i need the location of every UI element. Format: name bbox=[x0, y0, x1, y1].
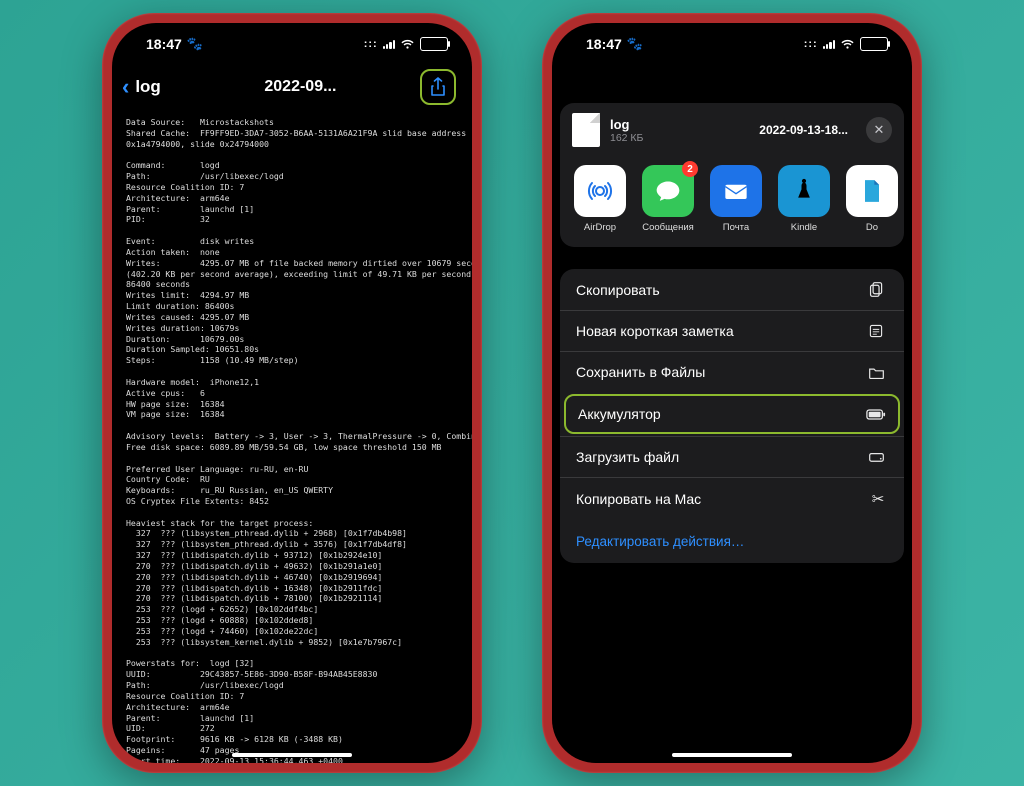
wifi-icon bbox=[840, 39, 855, 50]
messages-badge: 2 bbox=[682, 161, 698, 177]
app-label: AirDrop bbox=[584, 222, 616, 233]
clock: 18:47 bbox=[586, 36, 622, 52]
clock: 18:47 bbox=[146, 36, 182, 52]
action-copy-mac[interactable]: Копировать на Mac ✂ bbox=[560, 477, 904, 520]
home-indicator[interactable] bbox=[672, 753, 792, 757]
app-label: Kindle bbox=[791, 222, 817, 233]
close-icon: ✕ bbox=[874, 122, 885, 138]
phone-left: 18:47 🐾 ::: 51 ‹ log 2022-09... bbox=[102, 13, 482, 773]
file-date: 2022-09-13-18... bbox=[759, 123, 848, 137]
app-messages[interactable]: 2 Сообщения bbox=[642, 165, 694, 233]
copy-icon bbox=[868, 281, 888, 298]
note-icon bbox=[868, 323, 888, 339]
edit-actions-link[interactable]: Редактировать действия… bbox=[560, 520, 904, 563]
action-save-files[interactable]: Сохранить в Файлы bbox=[560, 351, 904, 392]
messages-icon: 2 bbox=[642, 165, 694, 217]
docs-icon bbox=[846, 165, 898, 217]
share-button-highlight bbox=[420, 69, 456, 105]
cellular-icon bbox=[383, 39, 395, 49]
battery-icon: 51 bbox=[420, 37, 448, 51]
app-label: Do bbox=[866, 222, 878, 233]
folder-icon bbox=[868, 365, 888, 380]
home-indicator[interactable] bbox=[232, 753, 352, 757]
app-label: Почта bbox=[723, 222, 749, 233]
share-sheet-header: log 162 КБ 2022-09-13-18... ✕ bbox=[560, 103, 904, 157]
action-copy[interactable]: Скопировать bbox=[560, 269, 904, 310]
app-docs[interactable]: Do bbox=[846, 165, 898, 233]
battery-icon: 51 bbox=[860, 37, 888, 51]
dynamic-island bbox=[237, 33, 347, 59]
wifi-icon bbox=[400, 39, 415, 50]
paw-icon: 🐾 bbox=[627, 36, 643, 52]
share-app-row[interactable]: AirDrop 2 Сообщения Почта bbox=[560, 157, 904, 247]
app-label: Сообщения bbox=[642, 222, 694, 233]
kindle-icon bbox=[778, 165, 830, 217]
app-kindle[interactable]: Kindle bbox=[778, 165, 830, 233]
nav-title: 2022-09... bbox=[161, 78, 420, 96]
app-mail[interactable]: Почта bbox=[710, 165, 762, 233]
cellular-icon bbox=[823, 39, 835, 49]
file-size: 162 КБ bbox=[610, 132, 749, 144]
action-label: Сохранить в Файлы bbox=[576, 364, 705, 380]
share-icon[interactable] bbox=[430, 77, 446, 97]
extra-status-icon: ::: bbox=[364, 38, 378, 50]
extra-status-icon: ::: bbox=[804, 38, 818, 50]
chevron-left-icon: ‹ bbox=[122, 74, 129, 100]
dynamic-island bbox=[677, 33, 787, 59]
disk-icon bbox=[868, 450, 888, 464]
action-battery-highlighted[interactable]: Аккумулятор bbox=[564, 394, 900, 434]
file-name: log bbox=[610, 117, 749, 132]
nav-bar: ‹ log 2022-09... bbox=[112, 65, 472, 113]
action-label: Загрузить файл bbox=[576, 449, 679, 465]
action-label: Аккумулятор bbox=[578, 406, 661, 422]
mail-icon bbox=[710, 165, 762, 217]
paw-icon: 🐾 bbox=[187, 36, 203, 52]
scissors-icon: ✂ bbox=[868, 490, 888, 508]
share-sheet-top: log 162 КБ 2022-09-13-18... ✕ AirDrop bbox=[560, 103, 904, 247]
action-upload[interactable]: Загрузить файл bbox=[560, 436, 904, 477]
file-icon bbox=[572, 113, 600, 147]
phone-right: 18:47 🐾 ::: 51 log 162 КБ 2022-09-13-1 bbox=[542, 13, 922, 773]
action-label: Скопировать bbox=[576, 282, 660, 298]
log-content[interactable]: Data Source: Microstackshots Shared Cach… bbox=[112, 113, 472, 763]
screen-right: 18:47 🐾 ::: 51 log 162 КБ 2022-09-13-1 bbox=[552, 23, 912, 763]
airdrop-icon bbox=[574, 165, 626, 217]
close-button[interactable]: ✕ bbox=[866, 117, 892, 143]
screen-left: 18:47 🐾 ::: 51 ‹ log 2022-09... bbox=[112, 23, 472, 763]
action-label: Копировать на Mac bbox=[576, 491, 701, 507]
app-airdrop[interactable]: AirDrop bbox=[574, 165, 626, 233]
action-label: Новая короткая заметка bbox=[576, 323, 734, 339]
battery-icon bbox=[866, 409, 886, 420]
share-sheet-actions: Скопировать Новая короткая заметка Сохра… bbox=[560, 269, 904, 563]
action-new-note[interactable]: Новая короткая заметка bbox=[560, 310, 904, 351]
back-label: log bbox=[135, 77, 161, 97]
back-button[interactable]: ‹ log bbox=[122, 74, 161, 100]
